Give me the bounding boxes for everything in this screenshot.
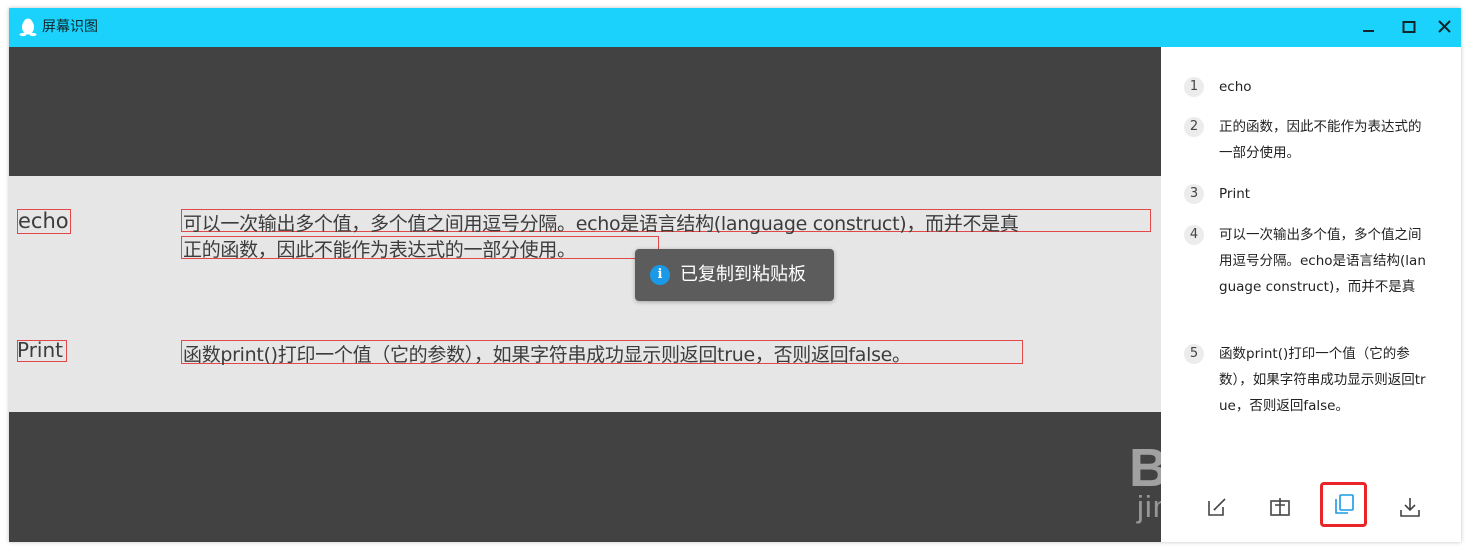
result-number: 2	[1184, 117, 1204, 137]
edit-button[interactable]	[1205, 495, 1229, 519]
result-number: 4	[1184, 225, 1204, 245]
close-icon	[1438, 20, 1451, 33]
translate-icon	[1270, 498, 1290, 516]
ocr-results-panel: 1 echo 2 正的函数，因此不能作为表达式的一部分使用。 3 Print 4…	[1161, 47, 1461, 542]
result-text: 可以一次输出多个值，多个值之间用逗号分隔。echo是语言结构(language …	[1219, 227, 1426, 295]
info-icon: i	[650, 265, 670, 285]
maximize-button[interactable]	[1399, 17, 1419, 37]
result-number: 5	[1184, 344, 1204, 364]
ocr-label-print: Print	[17, 338, 64, 362]
penguin-logo-icon	[19, 18, 37, 37]
download-icon	[1400, 498, 1420, 517]
app-window: 屏幕识图 echo 可以一次输出多个值，多个值之间用逗号分隔。echo是语言结构…	[9, 8, 1461, 542]
title-bar[interactable]: 屏幕识图	[9, 8, 1461, 47]
translate-button[interactable]	[1268, 495, 1292, 519]
copy-button[interactable]	[1332, 492, 1356, 516]
result-number: 3	[1184, 184, 1204, 204]
copied-toast: i 已复制到粘贴板	[635, 249, 834, 301]
edit-icon	[1208, 498, 1226, 516]
copy-icon	[1335, 494, 1354, 514]
captured-text-strip: echo 可以一次输出多个值，多个值之间用逗号分隔。echo是语言结构(lang…	[9, 176, 1161, 412]
download-button[interactable]	[1398, 495, 1422, 519]
maximize-icon	[1402, 21, 1416, 33]
minimize-icon	[1363, 30, 1374, 32]
toast-message: 已复制到粘贴板	[680, 264, 806, 285]
ocr-text-print-line1: 函数print()打印一个值（它的参数），如果字符串成功显示则返回true，否则…	[183, 344, 911, 366]
result-text: Print	[1219, 186, 1251, 202]
ocr-label-echo: echo	[18, 209, 69, 233]
window-title: 屏幕识图	[42, 19, 98, 35]
minimize-button[interactable]	[1359, 17, 1379, 37]
result-text: echo	[1219, 79, 1252, 95]
ocr-text-echo-line2: 正的函数，因此不能作为表达式的一部分使用。	[183, 239, 576, 261]
result-text: 正的函数，因此不能作为表达式的一部分使用。	[1219, 119, 1422, 161]
result-number: 1	[1184, 77, 1204, 97]
result-text: 函数print()打印一个值（它的参数），如果字符串成功显示则返回true，否则…	[1219, 346, 1426, 414]
close-button[interactable]	[1435, 17, 1455, 37]
ocr-text-echo-line1: 可以一次输出多个值，多个值之间用逗号分隔。echo是语言结构(language …	[183, 213, 1019, 235]
screenshot-preview: echo 可以一次输出多个值，多个值之间用逗号分隔。echo是语言结构(lang…	[9, 47, 1161, 542]
